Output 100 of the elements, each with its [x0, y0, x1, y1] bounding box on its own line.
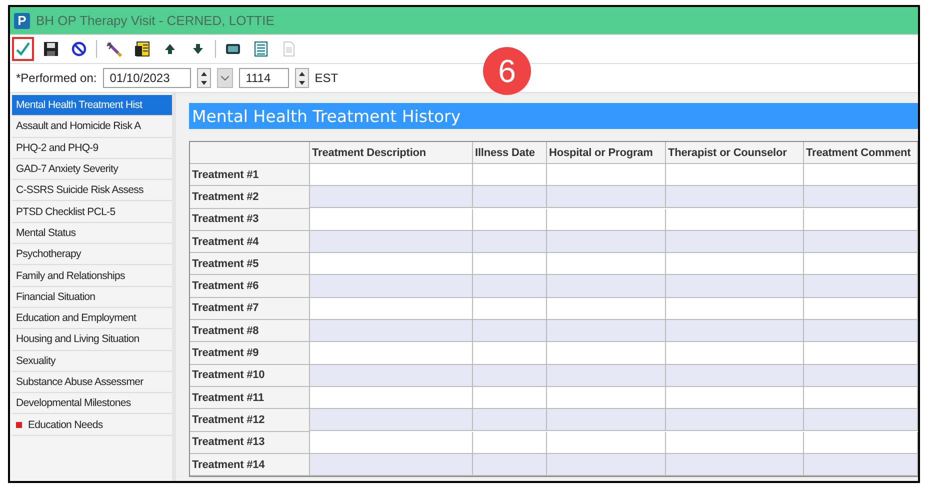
table-cell[interactable] — [310, 164, 473, 186]
table-cell[interactable] — [666, 164, 804, 186]
table-cell[interactable] — [310, 454, 473, 476]
table-cell[interactable] — [473, 186, 547, 208]
table-cell[interactable] — [473, 432, 547, 454]
table-cell[interactable] — [804, 342, 918, 365]
table-cell[interactable] — [666, 186, 804, 208]
table-cell[interactable] — [547, 409, 666, 432]
table-cell[interactable] — [666, 386, 804, 410]
table-cell[interactable] — [666, 342, 804, 365]
table-cell[interactable] — [310, 364, 473, 387]
table-cell[interactable] — [804, 186, 918, 208]
sidebar-item[interactable]: C-SSRS Suicide Risk Assess — [12, 180, 172, 202]
row-header: Treatment #6 — [190, 275, 310, 298]
sidebar-item[interactable]: Substance Abuse Assessmer — [12, 372, 172, 394]
sidebar-item[interactable]: Education Needs — [12, 414, 172, 436]
table-cell[interactable] — [666, 320, 804, 342]
table-cell[interactable] — [473, 208, 547, 231]
table-cell[interactable] — [310, 208, 473, 231]
table-cell[interactable] — [666, 409, 804, 432]
table-cell[interactable] — [310, 186, 473, 208]
sidebar-item[interactable]: Assault and Homicide Risk A — [12, 116, 172, 138]
table-cell[interactable] — [547, 164, 666, 186]
sidebar-item[interactable]: Mental Status — [12, 222, 172, 244]
table-cell[interactable] — [547, 208, 666, 231]
table-cell[interactable] — [310, 320, 473, 342]
table-cell[interactable] — [473, 298, 547, 320]
table-cell[interactable] — [473, 454, 547, 476]
sidebar-item[interactable]: Mental Health Treatment Hist — [12, 95, 172, 116]
table-cell[interactable] — [310, 275, 473, 298]
table-cell[interactable] — [547, 298, 666, 320]
row-header: Treatment #3 — [190, 208, 310, 231]
table-cell[interactable] — [804, 253, 918, 276]
sidebar-item[interactable]: PHQ-2 and PHQ-9 — [12, 138, 172, 159]
checkmark-icon — [15, 41, 31, 57]
table-cell[interactable] — [473, 386, 547, 410]
table-cell[interactable] — [547, 275, 666, 298]
table-cell[interactable] — [804, 320, 918, 342]
document-icon — [281, 41, 297, 57]
table-cell[interactable] — [310, 432, 473, 454]
time-spinner[interactable] — [294, 68, 309, 88]
table-cell[interactable] — [473, 364, 547, 387]
table-cell[interactable] — [666, 432, 804, 454]
table-cell[interactable] — [547, 432, 666, 454]
table-cell[interactable] — [547, 253, 666, 276]
table-cell[interactable] — [547, 186, 666, 208]
timezone-label: EST — [314, 71, 338, 85]
sidebar-item[interactable]: Psychotherapy — [12, 244, 172, 266]
sidebar-item[interactable]: Housing and Living Situation — [12, 329, 172, 351]
table-cell[interactable] — [310, 230, 473, 254]
table-cell[interactable] — [310, 253, 473, 276]
table-cell[interactable] — [804, 432, 918, 454]
table-cell[interactable] — [804, 230, 918, 254]
table-cell[interactable] — [473, 320, 547, 342]
table-cell[interactable] — [473, 275, 547, 298]
row-header: Treatment #10 — [190, 364, 310, 387]
table-cell[interactable] — [666, 208, 804, 231]
sidebar-item[interactable]: GAD-7 Anxiety Severity — [12, 158, 172, 180]
table-cell[interactable] — [473, 253, 547, 276]
sidebar-item[interactable]: Sexuality — [12, 350, 172, 372]
table-cell[interactable] — [804, 164, 918, 186]
table-cell[interactable] — [804, 208, 918, 231]
dropdown-button[interactable] — [216, 68, 233, 88]
table-cell[interactable] — [473, 409, 547, 432]
table-cell[interactable] — [473, 164, 547, 186]
table-cell[interactable] — [666, 275, 804, 298]
table-cell[interactable] — [310, 386, 473, 410]
table-cell[interactable] — [547, 386, 666, 410]
highlighted-toolbar-button[interactable] — [12, 37, 34, 61]
table-cell[interactable] — [666, 298, 804, 320]
sidebar-item[interactable]: Developmental Milestones — [12, 393, 172, 414]
table-cell[interactable] — [547, 454, 666, 476]
table-cell[interactable] — [804, 386, 918, 410]
table-cell[interactable] — [547, 320, 666, 342]
table-cell[interactable] — [666, 454, 804, 476]
table-cell[interactable] — [804, 454, 918, 476]
date-spinner[interactable] — [196, 68, 211, 88]
table-cell[interactable] — [804, 409, 918, 432]
table-cell[interactable] — [804, 364, 918, 387]
table-cell[interactable] — [310, 342, 473, 365]
sidebar-item[interactable]: Education and Employment — [12, 308, 172, 330]
sidebar-item[interactable]: PTSD Checklist PCL-5 — [12, 201, 172, 223]
time-field[interactable]: 1114 — [238, 68, 289, 88]
table-cell[interactable] — [666, 364, 804, 387]
table-cell[interactable] — [666, 253, 804, 276]
sidebar-item[interactable]: Financial Situation — [12, 286, 172, 308]
table-cell[interactable] — [473, 230, 547, 254]
table-cell[interactable] — [666, 230, 804, 254]
table-cell[interactable] — [804, 275, 918, 298]
table-cell[interactable] — [310, 409, 473, 432]
table-cell[interactable] — [473, 342, 547, 365]
table-cell[interactable] — [547, 364, 666, 387]
row-header: Treatment #12 — [190, 409, 310, 432]
sidebar-item[interactable]: Family and Relationships — [12, 265, 172, 287]
table-cell[interactable] — [547, 342, 666, 365]
date-field[interactable]: 01/10/2023 — [102, 68, 191, 88]
row-header: Treatment #13 — [190, 432, 310, 454]
table-cell[interactable] — [547, 230, 666, 254]
table-cell[interactable] — [804, 298, 918, 320]
table-cell[interactable] — [310, 298, 473, 320]
